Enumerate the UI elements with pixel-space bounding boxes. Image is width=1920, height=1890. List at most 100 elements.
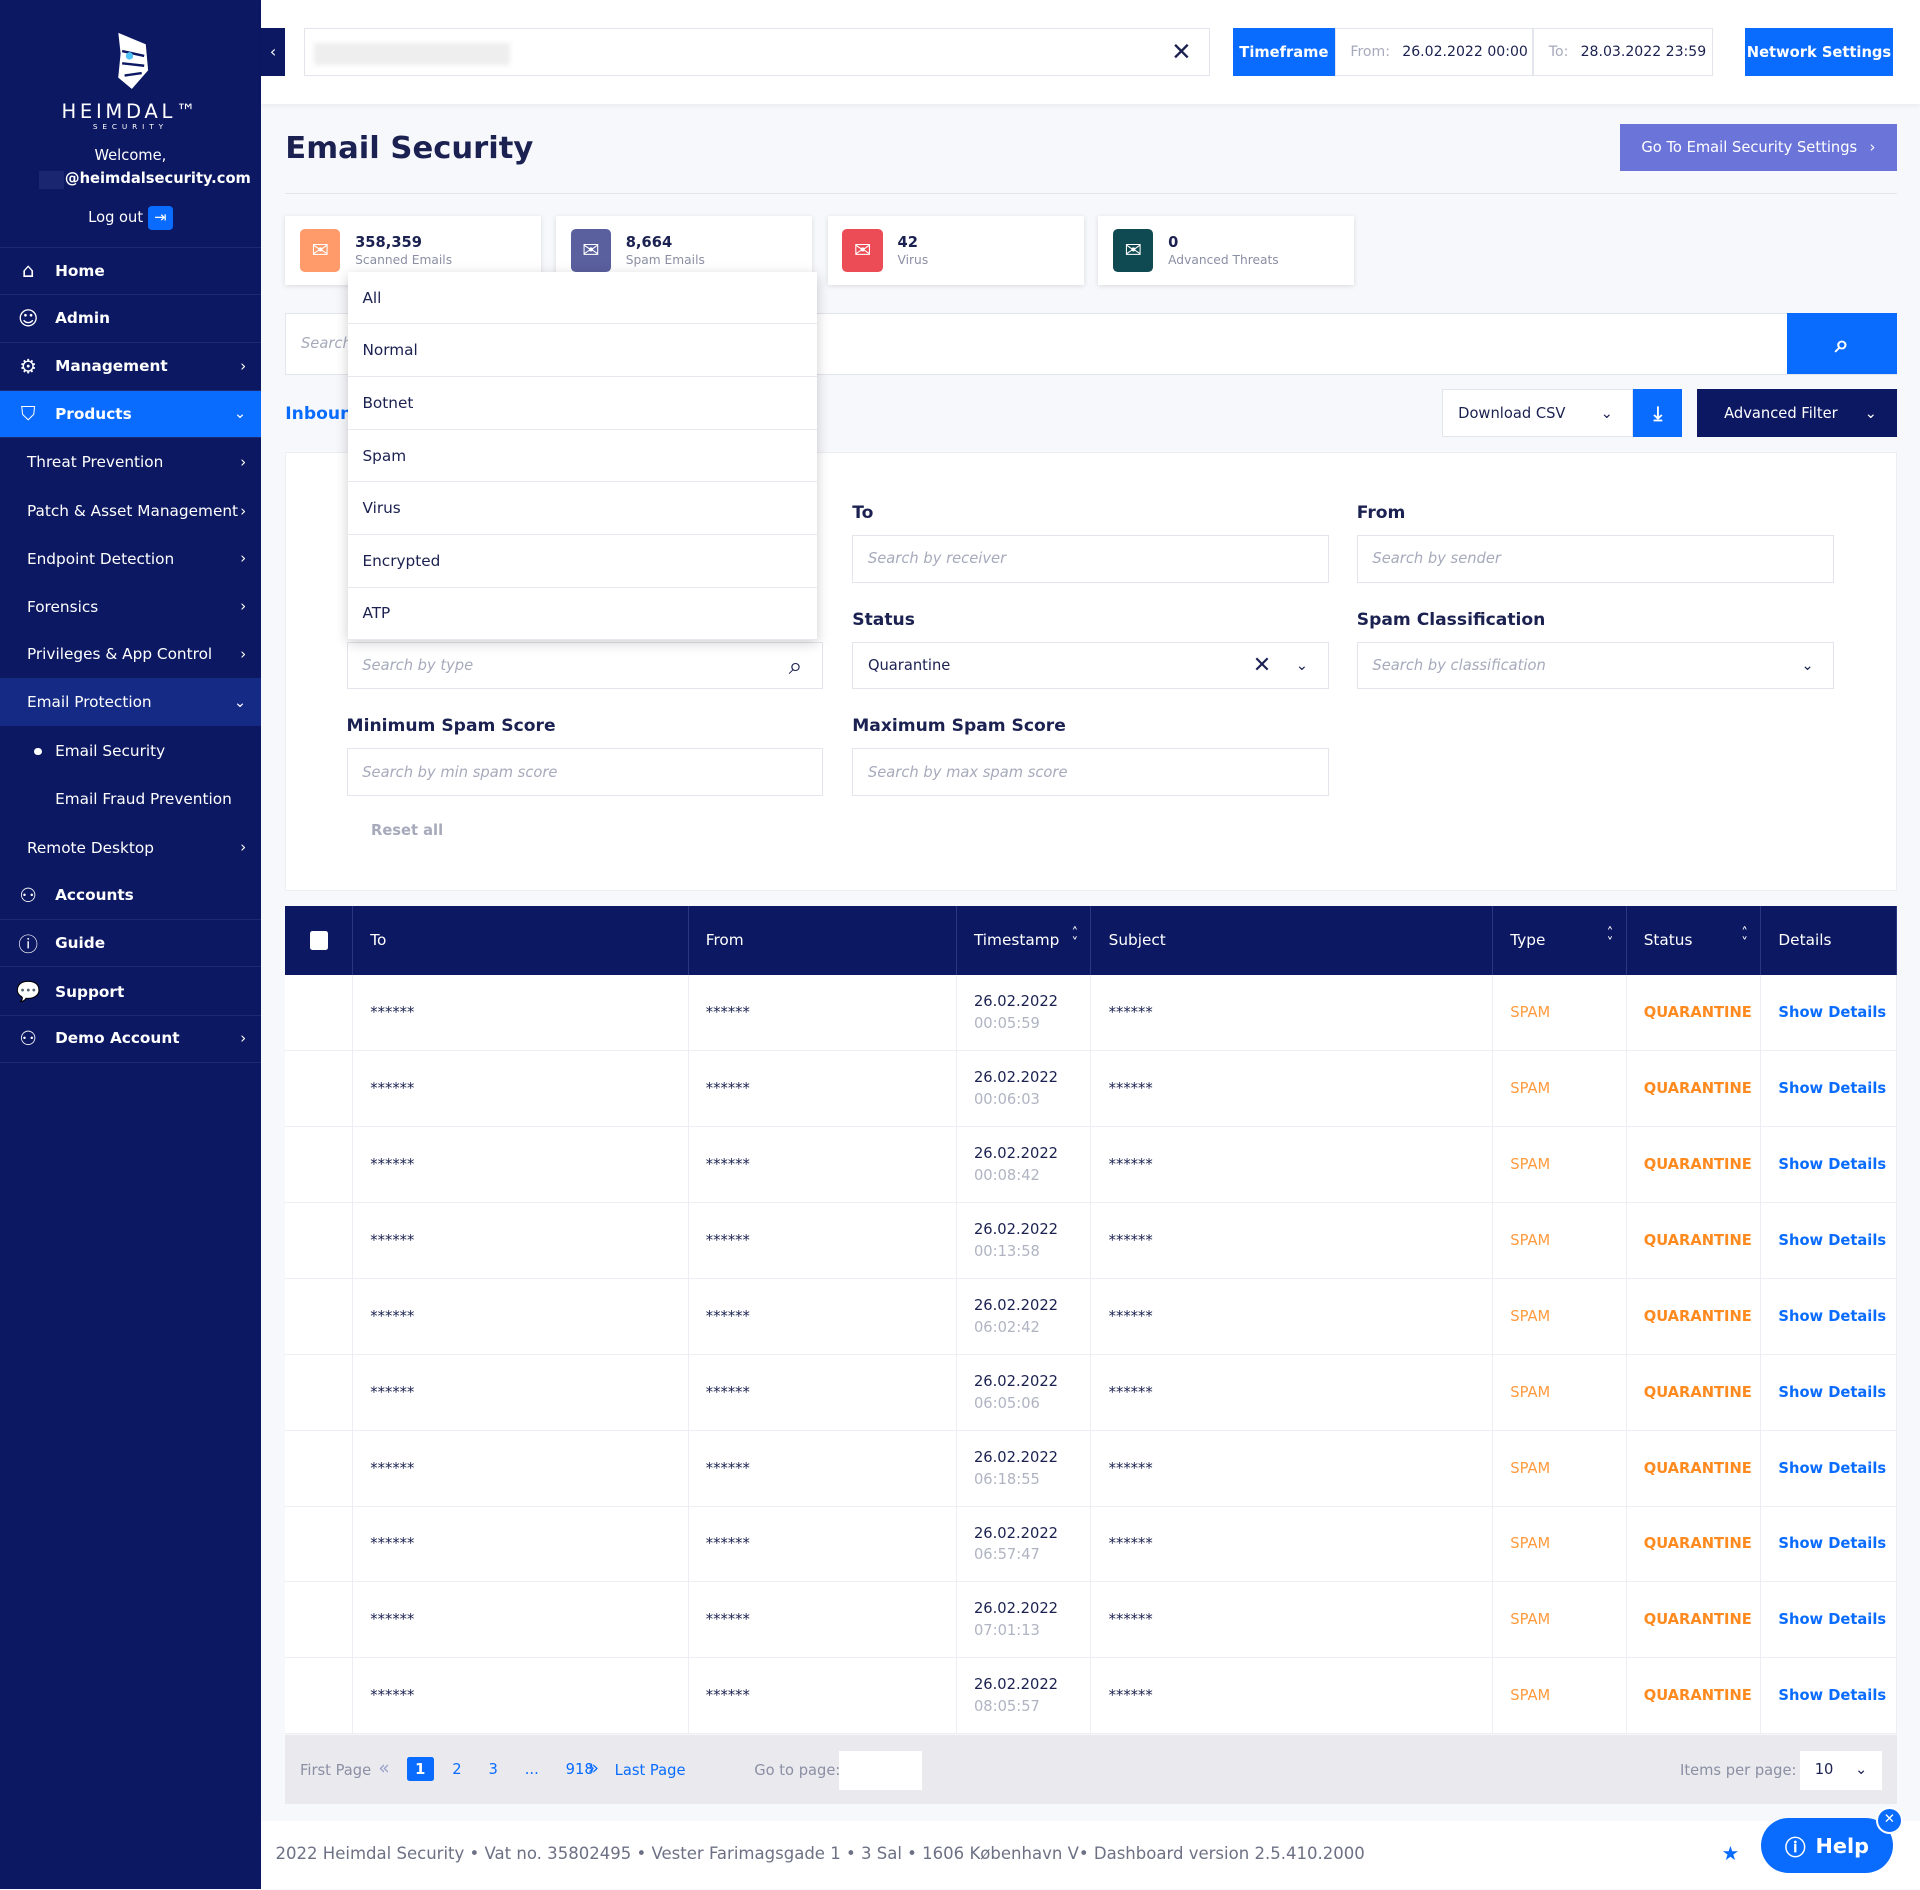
dropdown-option[interactable]: ATP: [347, 588, 817, 641]
column-header-timestamp[interactable]: Timestamp ˄ ˅: [956, 906, 1092, 975]
logout-link[interactable]: Log out: [88, 209, 143, 226]
min-spam-score-input[interactable]: Search by min spam score: [346, 748, 823, 796]
column-header-type[interactable]: Type ˄ ˅: [1492, 906, 1627, 975]
dropdown-option[interactable]: Virus: [347, 482, 817, 536]
page-link-ellipsisellipsisellipsis[interactable]: ...: [516, 1757, 547, 1781]
dropdown-option[interactable]: Botnet: [347, 377, 817, 430]
details-cell-value[interactable]: Show Details: [1778, 1384, 1886, 1401]
row-select-cell[interactable]: [285, 1050, 354, 1127]
status-value: Quarantine: [867, 657, 951, 674]
page-link-1[interactable]: 1: [406, 1757, 434, 1782]
sidebar-item-label: Accounts: [55, 886, 134, 905]
column-header-status[interactable]: Status ˄ ˅: [1626, 906, 1762, 975]
type-filter-input[interactable]: Search by type ⌕: [346, 641, 823, 690]
row-select-cell[interactable]: [285, 1202, 354, 1279]
sidebar-item-endpoint-detection[interactable]: Endpoint Detection ›: [0, 535, 261, 583]
spam-classification-select[interactable]: Search by classification ⌄: [1356, 641, 1835, 690]
to-date-field[interactable]: To: 28.03.2022 23:59: [1533, 28, 1714, 76]
download-csv-select[interactable]: Download CSV ⌄: [1442, 389, 1634, 438]
subject-cell-value: ******: [1108, 1307, 1153, 1325]
virus-email-icon: ✉: [842, 228, 883, 272]
email-security-settings-button[interactable]: Go To Email Security Settings ›: [1620, 123, 1897, 172]
gear-icon: ⚙: [19, 354, 37, 378]
sidebar-item-management[interactable]: ⚙ Management ›: [0, 343, 261, 391]
sort-icon[interactable]: ˄ ˅: [1072, 927, 1079, 950]
collapse-sidebar-button[interactable]: ‹: [260, 28, 286, 76]
sidebar-item-accounts[interactable]: ⚇ Accounts: [0, 872, 261, 920]
row-select-cell[interactable]: [285, 1278, 354, 1355]
row-select-cell[interactable]: [285, 1126, 354, 1203]
timeframe-button[interactable]: Timeframe: [1233, 28, 1335, 76]
sidebar-item-patch-asset-management[interactable]: Patch & Asset Management ›: [0, 487, 261, 535]
row-select-cell[interactable]: [285, 1430, 354, 1507]
details-cell-value[interactable]: Show Details: [1778, 1460, 1886, 1477]
dropdown-option[interactable]: Spam: [347, 430, 817, 483]
sidebar-item-products[interactable]: ⛉ Products ⌄: [0, 390, 261, 439]
sidebar-item-email-protection[interactable]: Email Protection ⌄: [0, 678, 261, 727]
first-page-link[interactable]: First Page: [300, 1762, 371, 1779]
reset-all-button[interactable]: Reset all: [371, 822, 443, 839]
logout-icon[interactable]: ⇥: [148, 205, 173, 231]
select-all-checkbox[interactable]: [309, 931, 329, 950]
network-settings-button[interactable]: Network Settings: [1744, 28, 1894, 76]
details-cell-value[interactable]: Show Details: [1778, 1080, 1886, 1097]
sort-icon[interactable]: ˄ ˅: [1741, 927, 1748, 950]
star-icon: ★: [1721, 1841, 1740, 1865]
subject-cell: ******: [1090, 1430, 1494, 1507]
last-page-link[interactable]: Last Page: [615, 1762, 686, 1779]
sidebar-item-threat-prevention[interactable]: Threat Prevention ›: [0, 438, 261, 486]
page-link-2[interactable]: 2: [444, 1757, 470, 1781]
global-search-input[interactable]: ✕: [303, 28, 1210, 76]
row-select-cell[interactable]: [285, 1506, 354, 1583]
clear-icon[interactable]: ✕: [1171, 37, 1192, 66]
items-per-page-select[interactable]: 10 ⌄: [1800, 1751, 1883, 1791]
spam-classification-label: Spam Classification: [1356, 609, 1546, 630]
clear-icon[interactable]: ✕: [1253, 653, 1271, 678]
sidebar-item-guide[interactable]: ⓘ Guide: [0, 920, 261, 968]
sidebar-item-support[interactable]: 💬 Support: [0, 969, 261, 1017]
dropdown-option[interactable]: All: [347, 272, 817, 325]
min-spam-score-label: Minimum Spam Score: [346, 716, 556, 737]
from-filter-input[interactable]: Search by sender: [1356, 535, 1835, 583]
sidebar-item-admin[interactable]: ☺ Admin: [0, 295, 261, 343]
close-help-icon[interactable]: ✕: [1875, 1807, 1903, 1835]
dropdown-option[interactable]: Encrypted: [347, 535, 817, 588]
details-cell-value[interactable]: Show Details: [1778, 1232, 1886, 1249]
help-button[interactable]: ⓘ Help: [1760, 1818, 1894, 1874]
from-date-field[interactable]: From: 26.02.2022 00:00: [1334, 28, 1534, 76]
row-select-cell[interactable]: [285, 1354, 354, 1431]
details-cell-value[interactable]: Show Details: [1778, 1535, 1886, 1552]
column-label: Type: [1510, 931, 1546, 950]
row-select-cell[interactable]: [285, 1657, 354, 1735]
sort-icon[interactable]: ˄ ˅: [1607, 927, 1614, 950]
download-button[interactable]: ⤓: [1633, 389, 1683, 438]
row-select-cell[interactable]: [285, 974, 354, 1052]
double-chevron-right-icon[interactable]: »: [588, 1758, 599, 1779]
to-filter-input[interactable]: Search by receiver: [852, 535, 1329, 583]
sidebar-item-forensics[interactable]: Forensics ›: [0, 583, 261, 631]
sidebar-item-remote-desktop[interactable]: Remote Desktop ›: [0, 824, 261, 872]
page-link-3[interactable]: 3: [480, 1757, 506, 1781]
search-button[interactable]: ⌕: [1786, 313, 1897, 375]
dropdown-option[interactable]: Normal: [347, 324, 817, 378]
column-header-subject: Subject: [1090, 906, 1494, 975]
type-cell-value: SPAM: [1510, 1459, 1551, 1477]
status-filter-select[interactable]: Quarantine ✕ ⌄: [852, 641, 1329, 690]
row-select-cell[interactable]: [285, 1581, 354, 1659]
double-chevron-left-icon[interactable]: «: [378, 1758, 389, 1779]
goto-page-input[interactable]: [838, 1751, 923, 1791]
details-cell-value[interactable]: Show Details: [1778, 1308, 1886, 1325]
user-email: @heimdalsecurity.com: [64, 170, 251, 188]
details-cell-value[interactable]: Show Details: [1778, 1611, 1886, 1628]
sidebar-item-privileges-app-control[interactable]: Privileges & App Control ›: [0, 631, 261, 679]
details-cell-value[interactable]: Show Details: [1778, 1156, 1886, 1173]
sidebar-item-email-security[interactable]: Email Security: [0, 727, 261, 775]
sidebar-item-email-fraud-prevention[interactable]: Email Fraud Prevention: [0, 775, 261, 823]
sidebar-item-home[interactable]: ⌂ Home: [0, 247, 261, 296]
emails-table: To From Timestamp ˄ ˅ Subject Type ˄ ˅ Status ˄ ˅ De…: [285, 906, 1898, 1735]
advanced-filter-button[interactable]: Advanced Filter ⌄: [1697, 389, 1897, 438]
details-cell-value[interactable]: Show Details: [1778, 1687, 1886, 1704]
max-spam-score-input[interactable]: Search by max spam score: [852, 748, 1329, 796]
details-cell-value[interactable]: Show Details: [1778, 1004, 1886, 1021]
sidebar-item-demo-account[interactable]: ⚇ Demo Account ›: [0, 1015, 261, 1063]
